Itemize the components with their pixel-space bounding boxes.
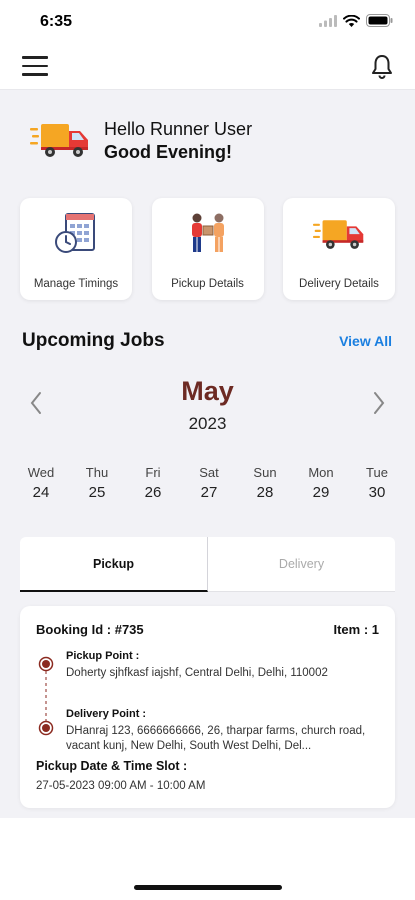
- day-name: Tue: [366, 465, 388, 480]
- day-name: Sat: [199, 465, 219, 480]
- quick-actions: Manage Timings Pickup Details Delivery D…: [20, 198, 395, 300]
- month-selector: May 2023: [0, 376, 415, 446]
- status-icons: [319, 14, 393, 27]
- booking-id: Booking Id : #735: [36, 622, 144, 637]
- day-date: 24: [32, 484, 50, 501]
- day-item[interactable]: Sat 27: [186, 465, 232, 501]
- handover-icon: [191, 213, 224, 252]
- upcoming-jobs-header: Upcoming Jobs View All: [22, 330, 392, 352]
- manage-timings-label: Manage Timings: [33, 278, 119, 290]
- day-name: Thu: [85, 465, 109, 480]
- day-name: Fri: [145, 465, 161, 480]
- status-bar: 6:35: [0, 0, 415, 44]
- section-title: Upcoming Jobs: [22, 330, 165, 351]
- day-date: 28: [256, 484, 274, 501]
- app-bar: [0, 44, 415, 90]
- day-date: 27: [200, 484, 218, 501]
- pickup-point-label: Pickup Point :: [66, 650, 140, 662]
- day-date: 25: [88, 484, 106, 501]
- day-date: 30: [368, 484, 386, 501]
- chevron-right-icon[interactable]: [369, 388, 389, 418]
- view-all-link[interactable]: View All: [339, 333, 392, 349]
- year-label: 2023: [188, 414, 227, 433]
- pickup-details-card[interactable]: Pickup Details: [151, 198, 264, 300]
- main-content: Hello Runner User Good Evening! Manage T…: [0, 90, 415, 818]
- greeting-name: Hello Runner User: [104, 119, 253, 139]
- greeting: Hello Runner User Good Evening!: [30, 118, 252, 164]
- route-timeline-icon: [38, 656, 54, 736]
- day-item[interactable]: Wed 24: [18, 465, 64, 501]
- delivery-truck-icon: [313, 220, 364, 249]
- delivery-address: DHanraj 123, 6666666666, 26, tharpar far…: [66, 725, 366, 752]
- day-item[interactable]: Thu 25: [74, 465, 120, 501]
- pickup-address: Doherty sjhfkasf iajshf, Central Delhi, …: [66, 667, 328, 679]
- slot-label: Pickup Date & Time Slot :: [36, 759, 188, 773]
- day-date: 29: [312, 484, 330, 501]
- job-type-tabs: Pickup Delivery: [20, 537, 395, 592]
- delivery-details-label: Delivery Details: [299, 278, 379, 290]
- delivery-details-card[interactable]: Delivery Details: [283, 198, 395, 300]
- slot-value: 27-05-2023 09:00 AM - 10:00 AM: [36, 780, 206, 792]
- menu-icon[interactable]: [22, 56, 50, 78]
- job-card[interactable]: Booking Id : #735 Item : 1 Pickup Point …: [20, 606, 395, 808]
- day-name: Sun: [253, 465, 277, 480]
- month-label: May: [181, 376, 234, 406]
- delivery-point-label: Delivery Point :: [66, 708, 147, 720]
- schedule-icon: [55, 213, 95, 253]
- pickup-details-label: Pickup Details: [171, 278, 244, 290]
- signal-icon: [319, 14, 337, 27]
- week-strip: Wed 24 Thu 25 Fri 26 Sat 27 Sun 28 Mon 2…: [18, 465, 400, 501]
- tab-delivery[interactable]: Delivery: [208, 537, 395, 592]
- status-time: 6:35: [40, 13, 73, 30]
- item-count: Item : 1: [333, 622, 379, 637]
- greeting-salutation: Good Evening!: [104, 142, 232, 162]
- day-name: Wed: [27, 465, 55, 480]
- wifi-icon: [343, 14, 360, 27]
- home-indicator[interactable]: [134, 885, 282, 890]
- delivery-truck-icon: [30, 124, 88, 157]
- day-item[interactable]: Sun 28: [242, 465, 288, 501]
- day-item[interactable]: Mon 29: [298, 465, 344, 501]
- day-item[interactable]: Tue 30: [354, 465, 400, 501]
- battery-icon: [366, 14, 393, 27]
- notification-bell-icon[interactable]: [371, 54, 393, 80]
- day-date: 26: [144, 484, 162, 501]
- manage-timings-card[interactable]: Manage Timings: [20, 198, 132, 300]
- tab-pickup[interactable]: Pickup: [20, 537, 208, 592]
- day-name: Mon: [308, 465, 334, 480]
- job-card-header: Booking Id : #735 Item : 1: [36, 622, 379, 637]
- day-item[interactable]: Fri 26: [130, 465, 176, 501]
